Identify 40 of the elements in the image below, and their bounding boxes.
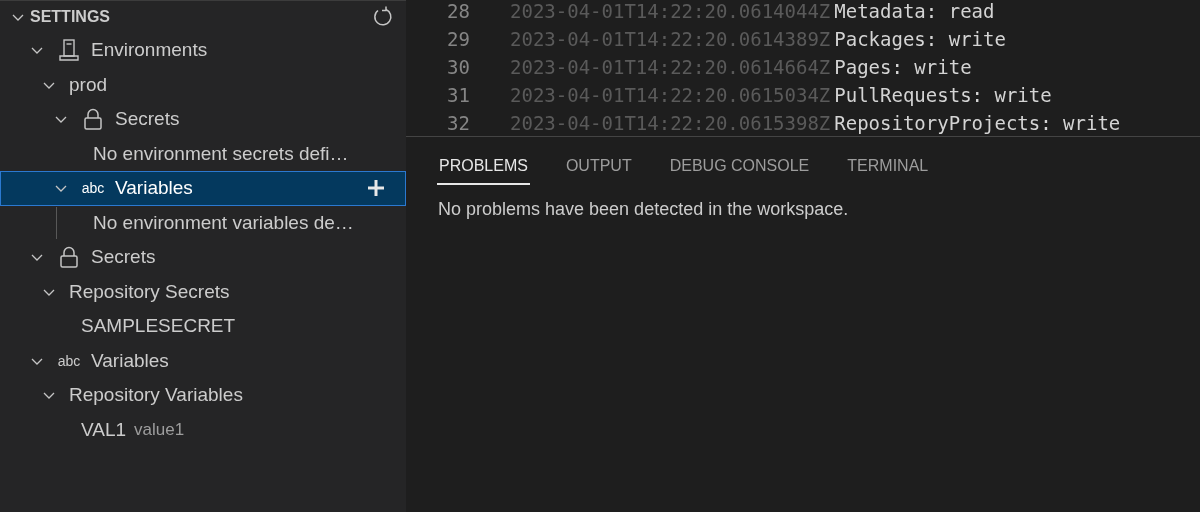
timestamp: 2023-04-01T14:22:20.0615034Z bbox=[510, 84, 831, 106]
section-title[interactable]: SETTINGS bbox=[30, 8, 372, 26]
log-text: Pages: write bbox=[834, 56, 972, 78]
tree-item[interactable]: Secrets bbox=[0, 102, 406, 137]
string-icon: abc bbox=[81, 180, 105, 197]
line-number: 28 bbox=[446, 0, 470, 22]
tree-item[interactable]: abc Variables bbox=[0, 343, 406, 378]
timestamp: 2023-04-01T14:22:20.0615398Z bbox=[510, 112, 831, 134]
timestamp: 2023-04-01T14:22:20.0614389Z bbox=[510, 28, 831, 50]
add-icon[interactable] bbox=[367, 179, 385, 198]
tree-item[interactable]: Secrets bbox=[0, 240, 406, 275]
line-number: 32 bbox=[446, 112, 470, 134]
tree-item[interactable]: Repository Variables bbox=[0, 378, 406, 413]
refresh-icon[interactable] bbox=[372, 6, 394, 28]
tree-item[interactable]: Environments bbox=[0, 33, 406, 68]
tree-item[interactable]: abc Variables bbox=[0, 171, 406, 206]
string-icon: abc bbox=[57, 352, 81, 369]
line-number: 30 bbox=[446, 56, 470, 78]
log-text: Packages: write bbox=[834, 28, 1006, 50]
timestamp: 2023-04-01T14:22:20.0614044Z bbox=[510, 0, 831, 22]
tree-item[interactable]: VAL1 value1 bbox=[0, 412, 406, 447]
timestamp: 2023-04-01T14:22:20.0614664Z bbox=[510, 56, 831, 78]
tree-item[interactable]: SAMPLESECRET bbox=[0, 309, 406, 344]
line-number: 31 bbox=[446, 84, 470, 106]
panel-tab[interactable]: TERMINAL bbox=[845, 157, 931, 185]
server-icon bbox=[59, 39, 79, 62]
log-text: Metadata: read bbox=[834, 0, 995, 22]
tree-item[interactable]: Repository Secrets bbox=[0, 274, 406, 309]
tree-item[interactable]: No environment variables de… bbox=[0, 205, 406, 240]
status-message: No problems have been detected in the workspace. bbox=[437, 199, 850, 220]
tree-item[interactable]: No environment secrets defi… bbox=[0, 136, 406, 171]
panel-tab[interactable]: DEBUG CONSOLE bbox=[667, 157, 812, 185]
lock-icon bbox=[59, 246, 79, 269]
lock-icon bbox=[83, 108, 103, 131]
panel-tab[interactable]: PROBLEMS bbox=[437, 157, 530, 185]
log-text: PullRequests: write bbox=[834, 84, 1052, 106]
panel-tab[interactable]: OUTPUT bbox=[563, 157, 634, 185]
tree-item[interactable]: prod bbox=[0, 67, 406, 102]
line-number: 29 bbox=[446, 28, 470, 50]
log-text: RepositoryProjects: write bbox=[834, 112, 1121, 134]
